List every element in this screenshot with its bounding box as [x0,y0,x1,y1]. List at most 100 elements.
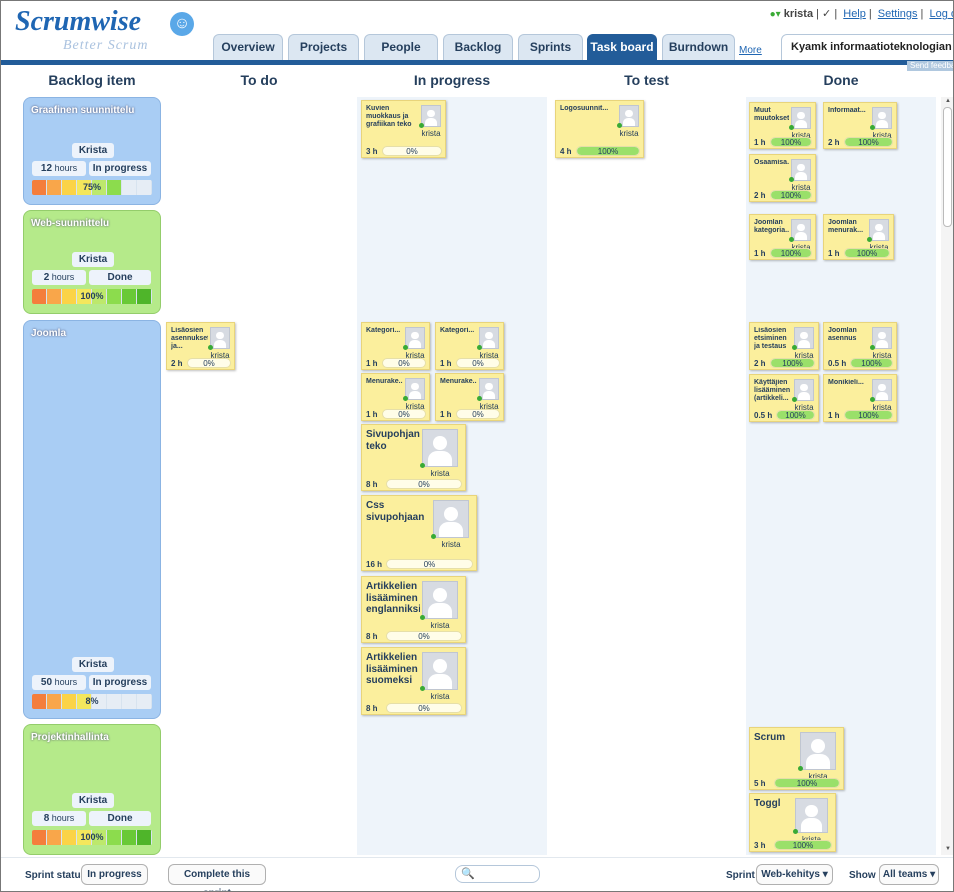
task-card[interactable]: Artikkelien lisääminen suomeksi krista 8 h… [361,647,466,715]
user-avatar-icon[interactable] [433,500,469,538]
task-title[interactable]: Joomlan kategoria... [754,219,789,247]
tab-overview[interactable]: Overview [213,34,283,61]
task-title[interactable]: Css sivupohjaan [366,500,431,536]
task-progress-bar[interactable]: 0% [386,631,462,641]
task-hours[interactable]: 1 h [440,359,452,368]
user-avatar-icon[interactable] [422,652,458,690]
task-title[interactable]: Toggl [754,798,793,834]
user-avatar-icon[interactable] [794,327,814,349]
task-card[interactable]: Css sivupohjaan krista 16 h 0% [361,495,477,571]
task-card[interactable]: Kuvien muokkaus ja grafiikan teko krista 3… [361,100,446,158]
task-progress-bar[interactable]: 100% [844,410,893,420]
username[interactable]: krista [784,8,813,20]
task-progress-bar[interactable]: 100% [844,137,893,147]
task-card[interactable]: Scrum krista 5 h 100% [749,727,844,790]
task-title[interactable]: Monikieli... [828,379,870,407]
task-title[interactable]: Artikkelien lisääminen suomeksi [366,652,420,688]
task-hours[interactable]: 1 h [828,411,840,420]
task-progress-bar[interactable]: 100% [776,410,815,420]
task-hours[interactable]: 0.5 h [754,411,772,420]
task-card[interactable]: Osaamisa...krista2 h100% [749,154,816,202]
task-card[interactable]: Menurake... krista 1 h 0% [361,373,430,421]
task-progress-bar[interactable]: 100% [770,358,815,368]
task-hours[interactable]: 4 h [560,147,572,156]
backlog-lane[interactable]: Graafinen suunnittelu Krista 12 hours In pr… [23,97,161,205]
vertical-scrollbar[interactable]: ▲ ▼ [941,97,953,855]
task-title[interactable]: Kuvien muokkaus ja grafiikan teko [366,105,419,133]
task-hours[interactable]: 3 h [366,147,378,156]
task-progress-bar[interactable]: 100% [770,190,812,200]
task-title[interactable]: Käyttäjien lisääminen (artikkeli... [754,379,792,407]
tab-taskboard[interactable]: Task board [587,34,657,61]
task-title[interactable]: Scrum [754,732,798,768]
task-progress-bar[interactable]: 100% [844,248,890,258]
task-hours[interactable]: 1 h [366,359,378,368]
lane-hours[interactable]: 2 hours [32,270,86,285]
sprint-select[interactable]: Web-kehitys ▾ [756,864,833,885]
task-progress-bar[interactable]: 100% [850,358,893,368]
logo[interactable]: Scrumwise [15,6,141,38]
task-title[interactable]: Osaamisa... [754,159,789,187]
task-title[interactable]: Muut muutokset [754,107,789,135]
lane-title[interactable]: Joomla [31,328,160,339]
task-progress-bar[interactable]: 100% [774,778,840,788]
user-avatar-icon[interactable] [422,429,458,467]
send-feedback-button[interactable]: Send feedba [907,61,953,71]
task-title[interactable]: Kategori... [440,327,477,355]
settings-link[interactable]: Settings [878,8,918,20]
lane-owner[interactable]: Krista [72,143,114,158]
task-title[interactable]: Joomlan asennus [828,327,870,355]
task-progress-bar[interactable]: 0% [386,559,473,569]
lane-status[interactable]: In progress [89,675,151,690]
task-progress-bar[interactable]: 0% [456,358,500,368]
user-avatar-icon[interactable] [869,219,889,241]
task-progress-bar[interactable]: 0% [456,409,500,419]
task-card[interactable]: Lisäosien asennukset ja... krista 2 h 0% [166,322,235,370]
lane-hours[interactable]: 8 hours [32,811,86,826]
search-input[interactable]: 🔍 [455,865,540,883]
task-card[interactable]: Kategori... krista 1 h 0% [435,322,504,370]
user-avatar-icon[interactable] [872,107,892,129]
tab-burndown[interactable]: Burndown [662,34,735,61]
task-title[interactable]: Sivupohjan teko [366,429,420,465]
complete-sprint-button[interactable]: Complete this sprint [168,864,266,891]
lane-owner[interactable]: Krista [72,252,114,267]
user-avatar-icon[interactable] [791,107,811,129]
user-avatar-icon[interactable] [405,378,425,400]
lane-owner[interactable]: Krista [72,793,114,808]
task-card[interactable]: Togglkrista3 h100% [749,793,836,852]
task-progress-bar[interactable]: 100% [576,146,640,156]
lane-status[interactable]: In progress [89,161,151,176]
tab-people[interactable]: People [364,34,438,61]
task-progress-bar[interactable]: 0% [386,479,462,489]
more-link[interactable]: More [739,45,762,56]
task-progress-bar[interactable]: 100% [770,137,812,147]
lane-hours[interactable]: 12 hours [32,161,86,176]
task-card[interactable]: Muut muutokset krista 1 h 100% [749,102,816,149]
user-avatar-icon[interactable] [872,327,892,349]
user-avatar-icon[interactable] [479,378,499,400]
tab-projects[interactable]: Projects [288,34,359,61]
task-progress-bar[interactable]: 100% [770,248,812,258]
task-hours[interactable]: 1 h [440,410,452,419]
task-hours[interactable]: 2 h [754,359,766,368]
task-hours[interactable]: 8 h [366,704,378,713]
task-hours[interactable]: 1 h [366,410,378,419]
scroll-thumb[interactable] [943,107,952,227]
task-progress-bar[interactable]: 0% [382,358,426,368]
lane-title[interactable]: Graafinen suunnittelu [31,105,160,116]
task-card[interactable]: Joomlan menurak...krista1 h100% [823,214,894,260]
task-progress-bar[interactable]: 0% [382,146,442,156]
task-progress-bar[interactable]: 0% [187,358,231,368]
user-avatar-icon[interactable] [405,327,425,349]
scroll-up-icon[interactable]: ▲ [945,98,951,104]
help-link[interactable]: Help [843,8,866,20]
task-card[interactable]: Lisäosien etsiminen ja testaus krista 2 h1… [749,322,819,370]
task-title[interactable]: Menurake... [366,378,403,406]
tab-sprints[interactable]: Sprints [518,34,583,61]
task-card[interactable]: Informaat... krista 2 h 100% [823,102,897,149]
task-progress-bar[interactable]: 0% [386,703,462,713]
task-card[interactable]: Logosuunnit... krista 4 h 100% [555,100,644,158]
task-title[interactable]: Informaat... [828,107,870,135]
lane-hours[interactable]: 50 hours [32,675,86,690]
